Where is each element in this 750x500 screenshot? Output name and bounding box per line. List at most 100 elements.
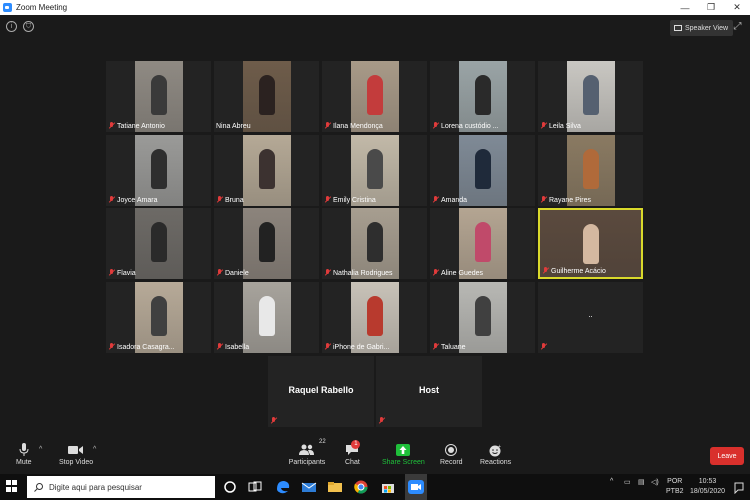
- muted-mic-icon: [432, 196, 439, 204]
- mail-icon[interactable]: [301, 479, 317, 495]
- participant-label: Taluane: [432, 343, 466, 351]
- participant-figure: [474, 149, 491, 189]
- participant-label: Nathalia Rodrigues: [324, 269, 393, 277]
- clock-time: 10:53: [698, 478, 717, 485]
- participant-tile[interactable]: Emily Cristina: [322, 135, 427, 206]
- participant-tile[interactable]: Guilherme Acácio: [538, 208, 643, 279]
- participant-name: Aline Guedes: [441, 269, 484, 277]
- reactions-button[interactable]: + Reactions: [480, 441, 511, 467]
- participant-name: Host: [419, 385, 439, 395]
- close-button[interactable]: ✕: [724, 0, 750, 15]
- participant-video: [242, 135, 291, 206]
- store-icon[interactable]: [380, 479, 396, 495]
- participant-figure: [366, 149, 383, 189]
- stop-video-label: Stop Video: [59, 459, 94, 466]
- participant-tile[interactable]: Nathalia Rodrigues: [322, 208, 427, 279]
- minimize-button[interactable]: —: [672, 0, 698, 15]
- participant-figure: [150, 75, 167, 115]
- participant-label: Flavia: [108, 269, 136, 277]
- muted-mic-icon: [542, 267, 549, 275]
- participants-button[interactable]: 22 Participants: [289, 439, 326, 466]
- speaker-view-button[interactable]: Speaker View: [670, 20, 734, 36]
- stop-video-button[interactable]: Stop Video: [59, 441, 93, 466]
- participant-tile[interactable]: Rayane Pires: [538, 135, 643, 206]
- participant-tile[interactable]: Daniele: [214, 208, 319, 279]
- windows-start-icon[interactable]: [6, 480, 18, 492]
- muted-mic-icon: [540, 343, 547, 351]
- participant-label: Isadora Casagra...: [108, 343, 175, 351]
- participant-tile[interactable]: Isabella: [214, 282, 319, 353]
- participant-tile[interactable]: Bruna: [214, 135, 319, 206]
- participant-tile[interactable]: Nina Abreu: [214, 61, 319, 132]
- zoom-taskbar-icon[interactable]: [405, 474, 427, 500]
- participant-tile[interactable]: Flavia: [106, 208, 211, 279]
- battery-icon[interactable]: ▭: [624, 478, 631, 486]
- info-icon[interactable]: i: [6, 21, 17, 32]
- chat-button[interactable]: 1 Chat: [345, 440, 361, 466]
- participant-figure: [366, 222, 383, 262]
- meeting-info-icons: i ⛉: [6, 21, 34, 32]
- participant-tile[interactable]: Aline Guedes: [430, 208, 535, 279]
- mute-options-caret[interactable]: ^: [39, 446, 42, 453]
- participant-tile[interactable]: Tatiane Antonio: [106, 61, 211, 132]
- participant-tile[interactable]: Joyce Amara: [106, 135, 211, 206]
- muted-mic-icon: [108, 343, 115, 351]
- participant-name: Guilherme Acácio: [551, 267, 606, 275]
- participant-tile[interactable]: Taluane: [430, 282, 535, 353]
- muted-mic-icon: [540, 196, 547, 204]
- microphone-icon: [19, 441, 29, 459]
- share-screen-icon: [396, 441, 411, 459]
- participant-name: Amanda: [441, 196, 468, 204]
- participant-tile[interactable]: Lorena custódio ...: [430, 61, 535, 132]
- muted-mic-icon: [324, 122, 331, 130]
- tray-expand-icon[interactable]: ^: [610, 478, 613, 485]
- participant-label: Joyce Amara: [108, 196, 157, 204]
- chrome-icon[interactable]: [353, 479, 369, 495]
- muted-mic-icon: [432, 269, 439, 277]
- participant-tile[interactable]: Isadora Casagra...: [106, 282, 211, 353]
- network-icon[interactable]: ▤: [638, 478, 645, 486]
- participant-name: Taluane: [441, 343, 466, 351]
- record-button[interactable]: Record: [440, 441, 463, 466]
- participant-tile[interactable]: Ilana Mendonça: [322, 61, 427, 132]
- system-clock[interactable]: 10:53 18/05/2020: [690, 477, 725, 497]
- muted-mic-icon: [378, 417, 385, 425]
- cortana-icon[interactable]: [222, 479, 238, 495]
- share-screen-button[interactable]: Share Screen: [382, 441, 425, 466]
- participant-label: iPhone de Gabri...: [324, 343, 389, 351]
- participant-tile[interactable]: Host: [376, 356, 482, 427]
- fullscreen-icon[interactable]: ⤢: [732, 21, 743, 32]
- participant-tile[interactable]: Raquel Rabello: [268, 356, 374, 427]
- participant-name: Rayane Pires: [549, 196, 592, 204]
- participant-figure: [474, 75, 491, 115]
- participant-video: [134, 208, 183, 279]
- participant-label: Leila Silva: [540, 122, 581, 130]
- task-view-icon[interactable]: [247, 479, 263, 495]
- taskbar-search-box[interactable]: Digite aqui para pesquisar: [27, 476, 215, 498]
- mute-label: Mute: [16, 459, 32, 466]
- zoom-logo-icon: [3, 3, 12, 12]
- mute-button[interactable]: Mute: [16, 441, 32, 466]
- share-screen-label: Share Screen: [382, 459, 425, 466]
- search-placeholder: Digite aqui para pesquisar: [49, 482, 142, 492]
- svg-text:+: +: [498, 444, 501, 450]
- video-options-caret[interactable]: ^: [93, 446, 96, 453]
- leave-button[interactable]: Leave: [710, 447, 744, 465]
- edge-icon[interactable]: [275, 479, 291, 495]
- shield-icon[interactable]: ⛉: [23, 21, 34, 32]
- muted-mic-icon: [432, 343, 439, 351]
- windows-taskbar: Digite aqui para pesquisar ^ ▭ ▤ ◁) POR …: [0, 474, 750, 500]
- participant-tile[interactable]: ..: [538, 282, 643, 353]
- participant-tile[interactable]: Leila Silva: [538, 61, 643, 132]
- participant-tile[interactable]: Amanda: [430, 135, 535, 206]
- input-language[interactable]: POR PTB2: [666, 477, 684, 497]
- restore-button[interactable]: ❐: [698, 0, 724, 15]
- participant-tile[interactable]: iPhone de Gabri...: [322, 282, 427, 353]
- participant-label: Aline Guedes: [432, 269, 483, 277]
- file-explorer-icon[interactable]: [327, 479, 343, 495]
- volume-icon[interactable]: ◁): [651, 478, 659, 486]
- participant-video: [242, 282, 291, 353]
- notifications-icon[interactable]: [734, 481, 744, 495]
- participant-label: Daniele: [216, 269, 249, 277]
- participant-name: Isadora Casagra...: [117, 343, 175, 351]
